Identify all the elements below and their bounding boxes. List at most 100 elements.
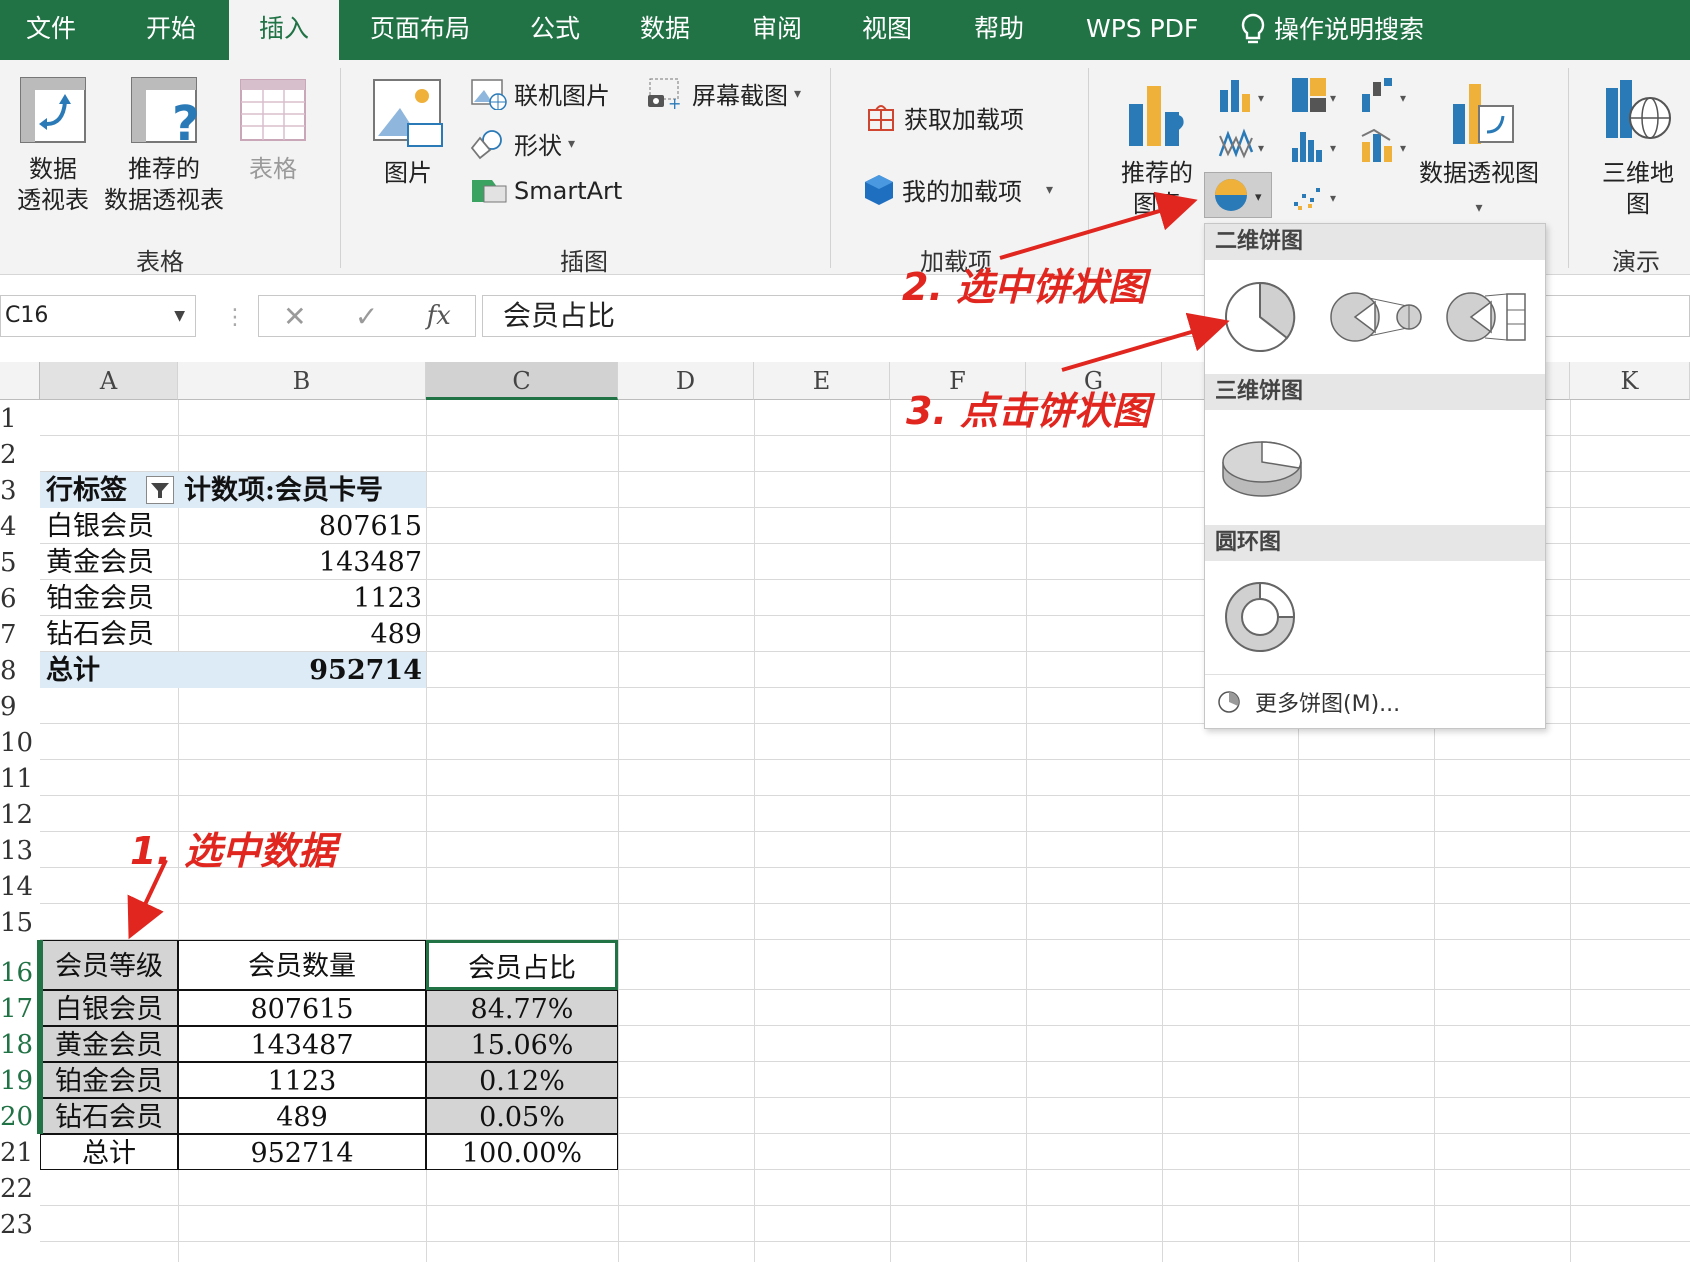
waterfall-chart-button[interactable]: ▾ <box>1360 76 1412 118</box>
row-header[interactable]: 7 <box>0 616 40 652</box>
tab-help[interactable]: 帮助 <box>974 0 1024 60</box>
tab-wps-pdf[interactable]: WPS PDF <box>1086 0 1198 60</box>
row-header[interactable]: 17 <box>0 990 40 1026</box>
table-cell[interactable]: 钻石会员 <box>40 1098 178 1134</box>
row-header[interactable]: 20 <box>0 1098 40 1134</box>
smartart-button[interactable]: SmartArt <box>470 176 622 206</box>
tab-review[interactable]: 审阅 <box>752 0 802 60</box>
column-header-e[interactable]: E <box>754 362 890 400</box>
waterfall-chart-icon: ▾ <box>1362 78 1406 112</box>
pictures-button[interactable]: 图片 <box>368 74 448 189</box>
row-header[interactable]: 4 <box>0 508 40 544</box>
name-box[interactable]: C16 ▼ <box>0 295 196 337</box>
shapes-label: 形状 <box>514 132 562 160</box>
doughnut-button[interactable] <box>1223 580 1297 658</box>
table-cell[interactable]: 143487 <box>178 1026 426 1062</box>
table-header-cell[interactable]: 会员占比 <box>426 940 618 990</box>
statistic-chart-button[interactable]: ▾ <box>1290 126 1342 168</box>
table-cell[interactable]: 1123 <box>178 1062 426 1098</box>
column-header-a[interactable]: A <box>40 362 178 400</box>
row-header[interactable]: 15 <box>0 904 40 940</box>
online-picture-icon <box>471 78 507 110</box>
my-addins-button[interactable]: 我的加载项 ▾ <box>862 172 1053 207</box>
row-header[interactable]: 12 <box>0 796 40 832</box>
pivot-chart-button[interactable]: 数据透视图 ▾ <box>1414 74 1544 224</box>
tab-file[interactable]: 文件 <box>26 0 76 60</box>
column-chart-button[interactable]: ▾ <box>1218 76 1270 118</box>
row-header[interactable]: 9 <box>0 688 40 724</box>
tab-page-layout[interactable]: 页面布局 <box>370 0 470 60</box>
table-cell[interactable]: 100.00% <box>426 1134 618 1170</box>
table-button[interactable]: 表格 <box>232 74 314 185</box>
more-pie-charts-item[interactable]: 更多饼图(M)... <box>1205 674 1545 728</box>
resize-handle-icon[interactable]: ⋮ <box>224 305 246 330</box>
scatter-chart-button[interactable]: ▾ <box>1290 176 1342 218</box>
3d-map-label: 三维地 图 <box>1602 159 1674 218</box>
chevron-down-icon[interactable]: ▼ <box>174 296 185 336</box>
table-cell[interactable]: 952714 <box>178 1134 426 1170</box>
table-header-cell[interactable]: 会员数量 <box>178 940 426 990</box>
table-cell[interactable]: 黄金会员 <box>40 1026 178 1062</box>
row-header[interactable]: 6 <box>0 580 40 616</box>
tab-data[interactable]: 数据 <box>640 0 690 60</box>
pie-of-pie-button[interactable] <box>1329 290 1423 348</box>
screenshot-button[interactable]: + 屏幕截图 ▾ <box>646 76 801 111</box>
row-header[interactable]: 22 <box>0 1170 40 1206</box>
pivot-table-button[interactable]: 数据 透视表 <box>12 74 94 216</box>
pie-3d-button[interactable] <box>1219 434 1305 504</box>
row-header[interactable]: 18 <box>0 1026 40 1062</box>
row-header[interactable]: 8 <box>0 652 40 688</box>
hierarchy-chart-icon: ▾ <box>1292 78 1336 112</box>
table-cell[interactable]: 84.77% <box>426 990 618 1026</box>
tab-view[interactable]: 视图 <box>862 0 912 60</box>
row-header[interactable]: 23 <box>0 1206 40 1242</box>
row-header[interactable]: 1 <box>0 400 40 436</box>
3d-map-button[interactable]: 三维地 图 <box>1590 74 1686 220</box>
shapes-button[interactable]: 形状 ▾ <box>470 126 575 161</box>
pie-2d-button[interactable] <box>1223 280 1297 358</box>
tell-me-search[interactable]: 操作说明搜索 <box>1240 0 1424 60</box>
column-header-b[interactable]: B <box>178 362 426 400</box>
get-addins-button[interactable]: 获取加载项 <box>866 100 1024 135</box>
tab-formulas[interactable]: 公式 <box>530 0 580 60</box>
row-header[interactable]: 14 <box>0 868 40 904</box>
select-all-corner[interactable] <box>0 362 40 400</box>
table-cell[interactable]: 白银会员 <box>40 990 178 1026</box>
row-header[interactable]: 3 <box>0 472 40 508</box>
table-cell[interactable]: 铂金会员 <box>40 1062 178 1098</box>
row-header[interactable]: 11 <box>0 760 40 796</box>
table-cell[interactable]: 15.06% <box>426 1026 618 1062</box>
row-header[interactable]: 5 <box>0 544 40 580</box>
column-header-k[interactable]: K <box>1570 362 1690 400</box>
row-header[interactable]: 13 <box>0 832 40 868</box>
hierarchy-chart-button[interactable]: ▾ <box>1290 76 1342 118</box>
combo-chart-button[interactable]: ▾ <box>1360 126 1412 168</box>
insert-function-icon[interactable]: fx <box>427 301 451 331</box>
column-header-d[interactable]: D <box>618 362 754 400</box>
table-cell[interactable]: 0.12% <box>426 1062 618 1098</box>
recommended-pivot-button[interactable]: ? 推荐的 数据透视表 <box>100 74 228 216</box>
tab-insert[interactable]: 插入 <box>229 0 339 60</box>
table-icon <box>240 79 306 141</box>
pie-chart-button[interactable]: ▾ <box>1204 172 1272 218</box>
cancel-icon[interactable]: ✕ <box>283 300 306 333</box>
filter-dropdown-button[interactable] <box>146 476 174 504</box>
row-header[interactable]: 21 <box>0 1134 40 1170</box>
row-header[interactable]: 19 <box>0 1062 40 1098</box>
enter-icon[interactable]: ✓ <box>355 300 378 333</box>
online-pictures-button[interactable]: 联机图片 <box>470 76 610 111</box>
table-cell[interactable]: 489 <box>178 1098 426 1134</box>
table-cell[interactable]: 总计 <box>40 1134 178 1170</box>
line-chart-button[interactable]: ▾ <box>1218 126 1270 168</box>
table-header-cell[interactable]: 会员等级 <box>40 940 178 990</box>
row-header[interactable]: 2 <box>0 436 40 472</box>
table-cell[interactable]: 807615 <box>178 990 426 1026</box>
row-header[interactable]: 10 <box>0 724 40 760</box>
bar-of-pie-button[interactable] <box>1445 290 1531 348</box>
pictures-label: 图片 <box>384 159 432 187</box>
recommended-charts-button[interactable]: ? 推荐的 图表 <box>1112 74 1202 220</box>
tab-home[interactable]: 开始 <box>146 0 196 60</box>
table-cell[interactable]: 0.05% <box>426 1098 618 1134</box>
column-header-c[interactable]: C <box>426 362 618 400</box>
row-header[interactable]: 16 <box>0 940 40 990</box>
